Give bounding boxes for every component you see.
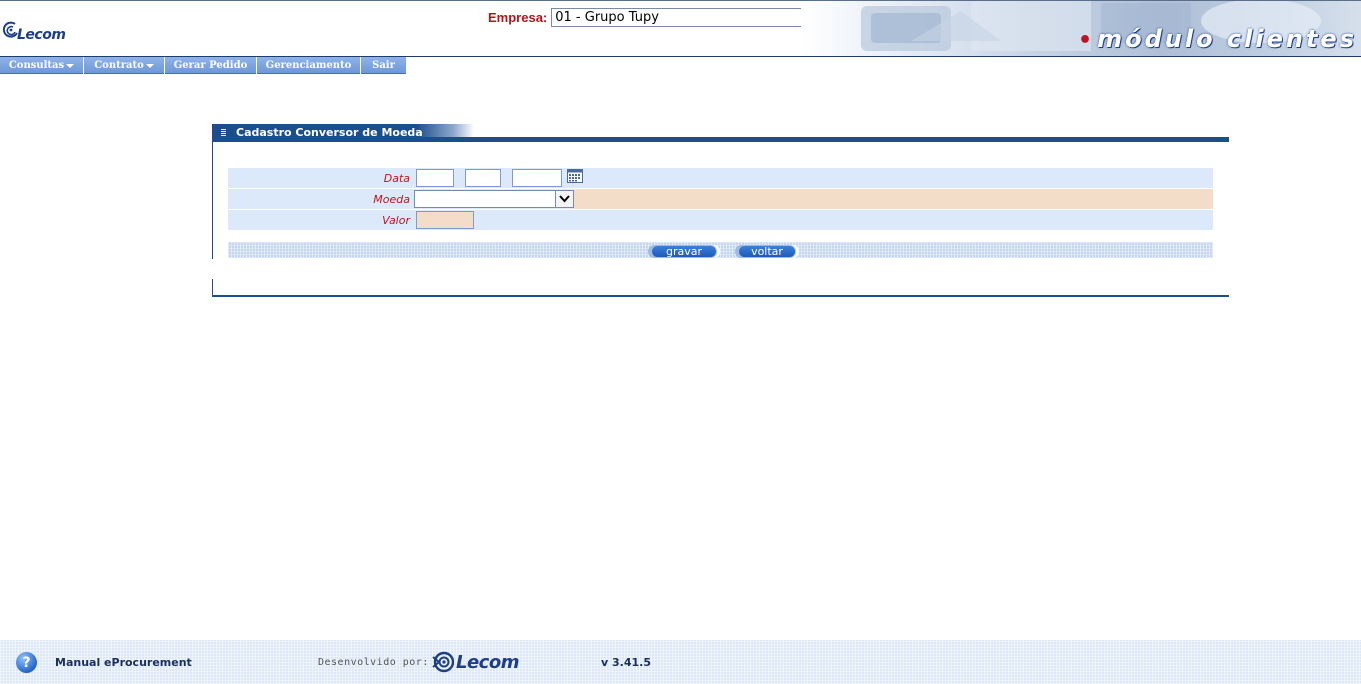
row-data: Data xyxy=(228,168,1213,188)
main-menu: Consultas Contrato Gerar Pedido Gerencia… xyxy=(0,57,407,75)
empresa-label: Empresa: xyxy=(488,10,548,25)
empresa-select-value: 01 - Grupo Tupy xyxy=(555,10,659,25)
moeda-label: Moeda xyxy=(373,193,410,206)
data-year-input[interactable] xyxy=(512,169,562,187)
data-day-input[interactable] xyxy=(416,169,454,187)
grip-icon xyxy=(221,129,226,137)
data-month-input[interactable] xyxy=(465,169,501,187)
module-banner: •módulo clientes xyxy=(801,1,1361,56)
lecom-logo: Lecom xyxy=(3,17,66,43)
lecom-logo-icon xyxy=(432,651,454,673)
empresa-selector: Empresa: 01 - Grupo Tupy xyxy=(488,8,851,27)
caret-down-icon xyxy=(145,63,154,68)
form-panel-topbar xyxy=(212,137,1229,142)
row-valor: Valor xyxy=(228,210,1213,230)
menu-gerar-pedido[interactable]: Gerar Pedido xyxy=(165,57,256,74)
menu-gerenciamento[interactable]: Gerenciamento xyxy=(257,57,360,74)
caret-down-icon xyxy=(66,63,75,68)
menu-contrato[interactable]: Contrato xyxy=(84,57,164,74)
voltar-button[interactable]: voltar xyxy=(738,245,796,258)
footer-logo-text: Lecom xyxy=(456,651,519,673)
menu-gerar-pedido-label: Gerar Pedido xyxy=(173,59,248,71)
moeda-row-fill xyxy=(574,189,1213,209)
menu-contrato-label: Contrato xyxy=(94,59,144,71)
chevron-down-icon[interactable] xyxy=(555,191,573,207)
valor-label: Valor xyxy=(382,214,410,227)
calendar-icon[interactable] xyxy=(567,169,583,183)
module-title: •módulo clientes xyxy=(1078,25,1357,53)
menu-gerenciamento-label: Gerenciamento xyxy=(265,59,352,71)
footer-lecom-logo: Lecom xyxy=(432,651,519,673)
moeda-select[interactable] xyxy=(414,190,574,208)
manual-link[interactable]: Manual eProcurement xyxy=(55,656,192,669)
row-moeda: Moeda xyxy=(228,189,1213,209)
gravar-button[interactable]: gravar xyxy=(651,245,717,258)
form-panel-border xyxy=(212,142,213,259)
module-title-text: módulo clientes xyxy=(1097,25,1357,53)
button-bar xyxy=(228,242,1213,258)
app-footer: ? Manual eProcurement Desenvolvido por: … xyxy=(0,640,1361,684)
menu-sair[interactable]: Sair xyxy=(361,57,406,74)
menu-consultas-label: Consultas xyxy=(8,59,65,71)
help-icon[interactable]: ? xyxy=(16,652,37,673)
app-header: Lecom Empresa: 01 - Grupo Tupy •módulo c… xyxy=(0,0,1361,57)
version-label: v 3.41.5 xyxy=(601,656,651,669)
developed-by-text: Desenvolvido por: xyxy=(318,657,429,668)
form-panel-footer xyxy=(212,279,1229,297)
valor-input[interactable] xyxy=(416,211,474,229)
logo-text: Lecom xyxy=(17,27,66,43)
data-label: Data xyxy=(383,172,410,185)
menu-sair-label: Sair xyxy=(372,59,395,71)
menu-consultas[interactable]: Consultas xyxy=(0,57,83,74)
